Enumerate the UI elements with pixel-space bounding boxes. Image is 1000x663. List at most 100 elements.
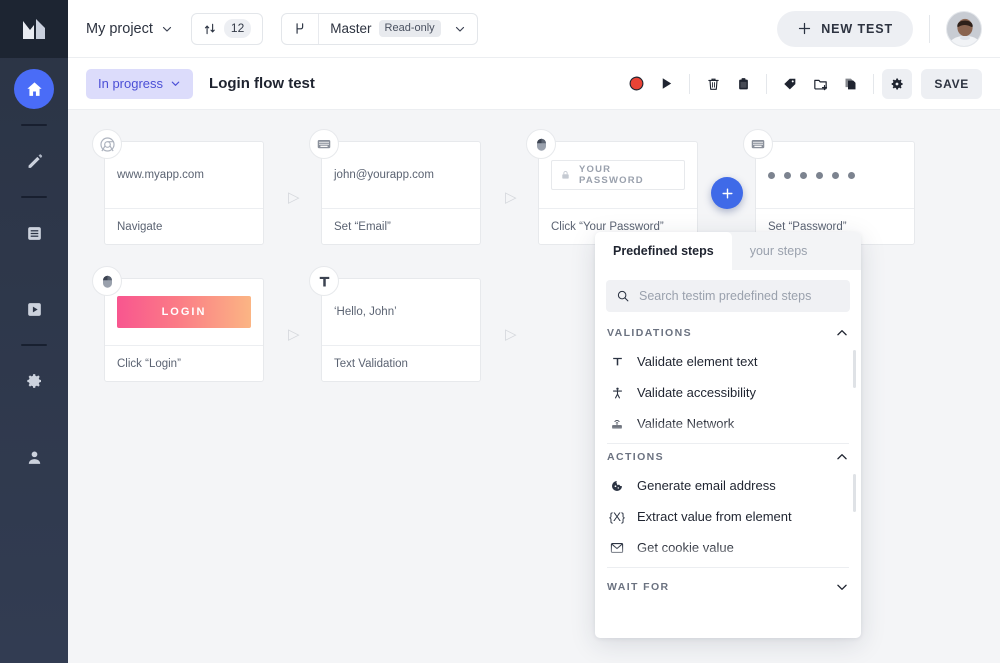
step-card[interactable]: ‘Hello, John’ Text Validation (321, 278, 481, 382)
read-only-badge: Read-only (379, 20, 441, 37)
home-icon (25, 80, 44, 99)
search-input[interactable]: Search testim predefined steps (606, 280, 850, 312)
sidebar-item-settings[interactable] (14, 361, 54, 401)
status-label: In progress (98, 76, 163, 91)
section-header-validations[interactable]: VALIDATIONS (595, 320, 861, 346)
sidebar-item-reports[interactable] (14, 213, 54, 253)
clipboard-button[interactable] (728, 69, 758, 99)
keyboard-icon (750, 136, 766, 152)
network-icon (609, 417, 625, 431)
flow-arrow: ▷ (505, 325, 517, 343)
top-bar: My project 12 Mas (68, 0, 1000, 58)
delete-button[interactable] (698, 69, 728, 99)
save-label: SAVE (934, 77, 969, 91)
login-button-preview: LOGIN (117, 296, 251, 328)
chevron-down-icon (161, 23, 173, 35)
branch-name: Master (330, 21, 371, 36)
branch-icon-cell[interactable] (282, 14, 318, 44)
list-item[interactable]: Validate (595, 439, 861, 443)
list-item[interactable]: Get cookie value (595, 532, 861, 563)
chevron-up-icon[interactable] (835, 450, 849, 464)
tag-icon (782, 76, 798, 92)
sidebar-item-runs[interactable] (14, 289, 54, 329)
step-value: YOUR PASSWORD (579, 164, 676, 186)
version-selector[interactable]: 12 (191, 13, 263, 45)
predefined-steps-panel: Predefined steps your steps Search testi… (595, 232, 861, 638)
duplicate-button[interactable] (835, 69, 865, 99)
chrome-icon (99, 136, 116, 153)
version-cell[interactable]: 12 (192, 14, 262, 44)
branch-selector[interactable]: Master Read-only (281, 13, 477, 45)
step-card[interactable]: YOUR PASSWORD Click “Your Password” (538, 141, 698, 245)
list-item[interactable]: Validate Network (595, 408, 861, 439)
tool-divider-2 (766, 74, 767, 94)
step-card[interactable]: LOGIN Click “Login” (104, 278, 264, 382)
plus-icon (721, 187, 734, 200)
step-card-body: www.myapp.com (105, 142, 263, 208)
sidebar-item-account[interactable] (14, 437, 54, 477)
step-card[interactable]: john@yourapp.com Set “Email” (321, 141, 481, 245)
flow-arrow: ▷ (288, 325, 300, 343)
search-icon (616, 289, 630, 303)
gear-icon (889, 76, 905, 92)
branch-icon (293, 21, 307, 36)
keyboard-icon (316, 136, 332, 152)
pencil-icon (25, 152, 44, 171)
step-value: www.myapp.com (117, 169, 204, 181)
move-to-folder-button[interactable] (805, 69, 835, 99)
sidebar-item-home[interactable] (14, 69, 54, 109)
sub-bar: In progress Login flow test (68, 58, 1000, 110)
play-button[interactable] (651, 69, 681, 99)
step-icon-keyboard (743, 129, 773, 159)
label-button[interactable] (775, 69, 805, 99)
accessibility-icon (609, 386, 625, 400)
dot (784, 172, 791, 179)
section-header-actions[interactable]: ACTIONS (595, 444, 861, 470)
section-header-wait-for[interactable]: WAIT FOR (595, 568, 861, 600)
plus-icon (797, 21, 812, 36)
settings-button[interactable] (882, 69, 912, 99)
step-icon-chrome (92, 129, 122, 159)
avatar[interactable] (946, 11, 982, 47)
sidebar-item-edit[interactable] (14, 141, 54, 181)
tab-predefined-steps[interactable]: Predefined steps (595, 232, 732, 270)
list-item[interactable]: Validate accessibility (595, 377, 861, 408)
rail-items (0, 58, 68, 488)
status-badge[interactable]: In progress (86, 69, 193, 99)
step-card[interactable]: Set “Password” (755, 141, 915, 245)
lock-icon (560, 169, 571, 181)
new-test-button[interactable]: NEW TEST (777, 11, 913, 47)
step-icon-text (309, 266, 339, 296)
new-test-label: NEW TEST (821, 22, 893, 36)
branch-cell[interactable]: Master Read-only (319, 14, 476, 44)
list-icon (25, 224, 44, 243)
step-card-body: YOUR PASSWORD (539, 142, 697, 208)
step-action: Set “Email” (322, 208, 480, 244)
save-button[interactable]: SAVE (921, 69, 982, 99)
app-logo[interactable] (0, 0, 68, 58)
rail-divider-1 (21, 124, 47, 126)
tab-label: Predefined steps (613, 244, 714, 258)
list-item[interactable]: {X} Extract value from element (595, 501, 861, 532)
step-card[interactable]: www.myapp.com Navigate (104, 141, 264, 245)
rail-divider-2 (21, 196, 47, 198)
trash-icon (706, 76, 721, 92)
list-item[interactable]: Generate email address (595, 470, 861, 501)
section-title: WAIT FOR (607, 581, 670, 593)
chevron-down-icon[interactable] (835, 580, 849, 594)
section-scrollbar[interactable] (853, 350, 856, 388)
rail-divider-3 (21, 344, 47, 346)
list-item-label: Extract value from element (637, 509, 792, 524)
text-icon (317, 274, 332, 289)
chevron-up-icon[interactable] (835, 326, 849, 340)
add-step-button[interactable] (711, 177, 743, 209)
tab-your-steps[interactable]: your steps (732, 232, 826, 270)
record-button[interactable] (621, 69, 651, 99)
list-item[interactable]: Validate element text (595, 346, 861, 377)
section-scrollbar[interactable] (853, 474, 856, 512)
list-item[interactable]: Some step here (595, 563, 861, 567)
folder-plus-icon (812, 76, 829, 92)
step-value: john@yourapp.com (334, 169, 434, 181)
dot (800, 172, 807, 179)
project-selector[interactable]: My project (86, 21, 173, 37)
